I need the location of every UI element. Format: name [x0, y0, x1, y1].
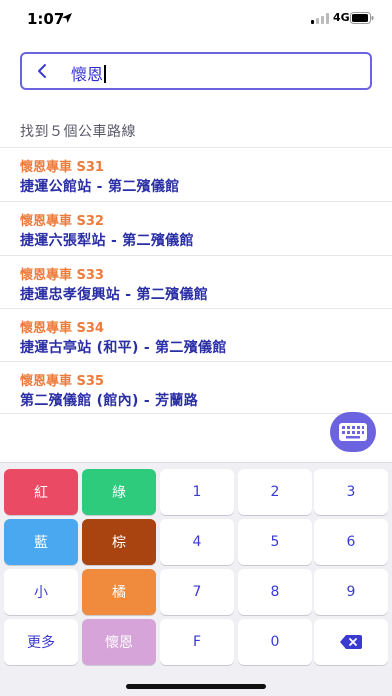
route-desc: 捷運六張犁站 - 第二殯儀館	[20, 233, 194, 249]
key-huaien[interactable]: 懷恩	[82, 619, 156, 665]
key-5[interactable]: 5	[238, 519, 312, 565]
route-desc: 捷運古亭站 (和平) - 第二殯儀館	[20, 340, 227, 356]
divider	[0, 413, 392, 414]
key-more[interactable]: 更多	[4, 619, 78, 665]
battery-icon	[350, 12, 374, 24]
key-2[interactable]: 2	[238, 469, 312, 515]
key-orange[interactable]: 橘	[82, 569, 156, 615]
route-item[interactable]: 懷恩專車 S34 捷運古亭站 (和平) - 第二殯儀館	[0, 309, 392, 363]
screen: 1:07 4G 懷恩 找到５個公車路線 懷恩專車 S31 捷運公館站 - 第二殯…	[0, 0, 392, 696]
key-3[interactable]: 3	[314, 469, 388, 515]
route-name: 懷恩專車 S32	[20, 214, 104, 229]
route-name: 懷恩專車 S35	[20, 374, 104, 389]
route-item[interactable]: 懷恩專車 S35 第二殯儀館 (館內) - 芳蘭路	[0, 362, 392, 416]
location-arrow-icon	[62, 13, 72, 23]
search-query-wrap: 懷恩	[71, 61, 106, 85]
result-count: 找到５個公車路線	[20, 124, 136, 140]
key-6[interactable]: 6	[314, 519, 388, 565]
network-type: 4G	[333, 11, 350, 24]
key-1[interactable]: 1	[160, 469, 234, 515]
search-input[interactable]: 懷恩	[20, 52, 372, 90]
key-small[interactable]: 小	[4, 569, 78, 615]
bus-keypad: 紅 綠 1 2 3 藍 棕 4 5 6 小 橘 7 8 9 更多 懷恩 F 0	[0, 462, 392, 696]
keyboard-toggle-button[interactable]	[330, 412, 376, 452]
route-desc: 捷運公館站 - 第二殯儀館	[20, 179, 180, 195]
key-blue[interactable]: 藍	[4, 519, 78, 565]
key-f[interactable]: F	[160, 619, 234, 665]
back-chevron-icon[interactable]	[34, 62, 52, 80]
key-red[interactable]: 紅	[4, 469, 78, 515]
status-bar: 1:07 4G	[0, 0, 392, 38]
route-desc: 第二殯儀館 (館內) - 芳蘭路	[20, 393, 199, 409]
route-item[interactable]: 懷恩專車 S33 捷運忠孝復興站 - 第二殯儀館	[0, 256, 392, 310]
text-caret	[104, 65, 106, 83]
status-time: 1:07	[27, 10, 65, 28]
key-0[interactable]: 0	[238, 619, 312, 665]
home-indicator	[126, 684, 266, 689]
route-name: 懷恩專車 S31	[20, 160, 104, 175]
key-green[interactable]: 綠	[82, 469, 156, 515]
route-desc: 捷運忠孝復興站 - 第二殯儀館	[20, 287, 209, 303]
route-item[interactable]: 懷恩專車 S31 捷運公館站 - 第二殯儀館	[0, 148, 392, 202]
key-brown[interactable]: 棕	[82, 519, 156, 565]
key-9[interactable]: 9	[314, 569, 388, 615]
key-7[interactable]: 7	[160, 569, 234, 615]
route-name: 懷恩專車 S34	[20, 321, 104, 336]
keyboard-icon	[339, 423, 367, 441]
search-query: 懷恩	[71, 65, 104, 84]
route-name: 懷恩專車 S33	[20, 268, 104, 283]
signal-icon	[311, 13, 329, 24]
route-item[interactable]: 懷恩專車 S32 捷運六張犁站 - 第二殯儀館	[0, 202, 392, 256]
key-8[interactable]: 8	[238, 569, 312, 615]
backspace-icon	[340, 635, 362, 649]
backspace-button[interactable]	[314, 619, 388, 665]
key-4[interactable]: 4	[160, 519, 234, 565]
